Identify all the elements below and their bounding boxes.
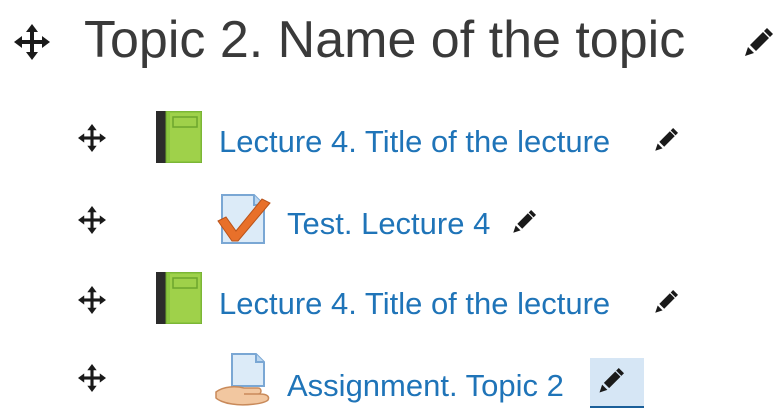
section-move-icon[interactable] (14, 24, 50, 60)
edit-activity-title-pencil-icon[interactable] (596, 368, 624, 396)
activity-link-assignment[interactable]: Assignment. Topic 2 (287, 366, 564, 406)
edit-section-title-pencil-icon[interactable] (741, 28, 773, 60)
edit-activity-title-pencil-icon[interactable] (652, 128, 678, 154)
move-icon[interactable] (78, 286, 106, 314)
activity-link-book-2[interactable]: Lecture 4. Title of the lecture (219, 284, 610, 324)
activity-link-quiz[interactable]: Test. Lecture 4 (287, 204, 490, 244)
activity-link-book-1[interactable]: Lecture 4. Title of the lecture (219, 122, 610, 162)
edit-activity-title-pencil-icon[interactable] (510, 210, 536, 236)
move-icon[interactable] (78, 364, 106, 392)
book-icon (156, 111, 202, 163)
book-icon (156, 272, 202, 324)
move-icon[interactable] (78, 206, 106, 234)
edit-activity-title-pencil-icon[interactable] (652, 290, 678, 316)
assignment-icon (214, 352, 272, 406)
move-icon[interactable] (78, 124, 106, 152)
section-title: Topic 2. Name of the topic (84, 11, 686, 69)
quiz-icon (216, 193, 272, 245)
